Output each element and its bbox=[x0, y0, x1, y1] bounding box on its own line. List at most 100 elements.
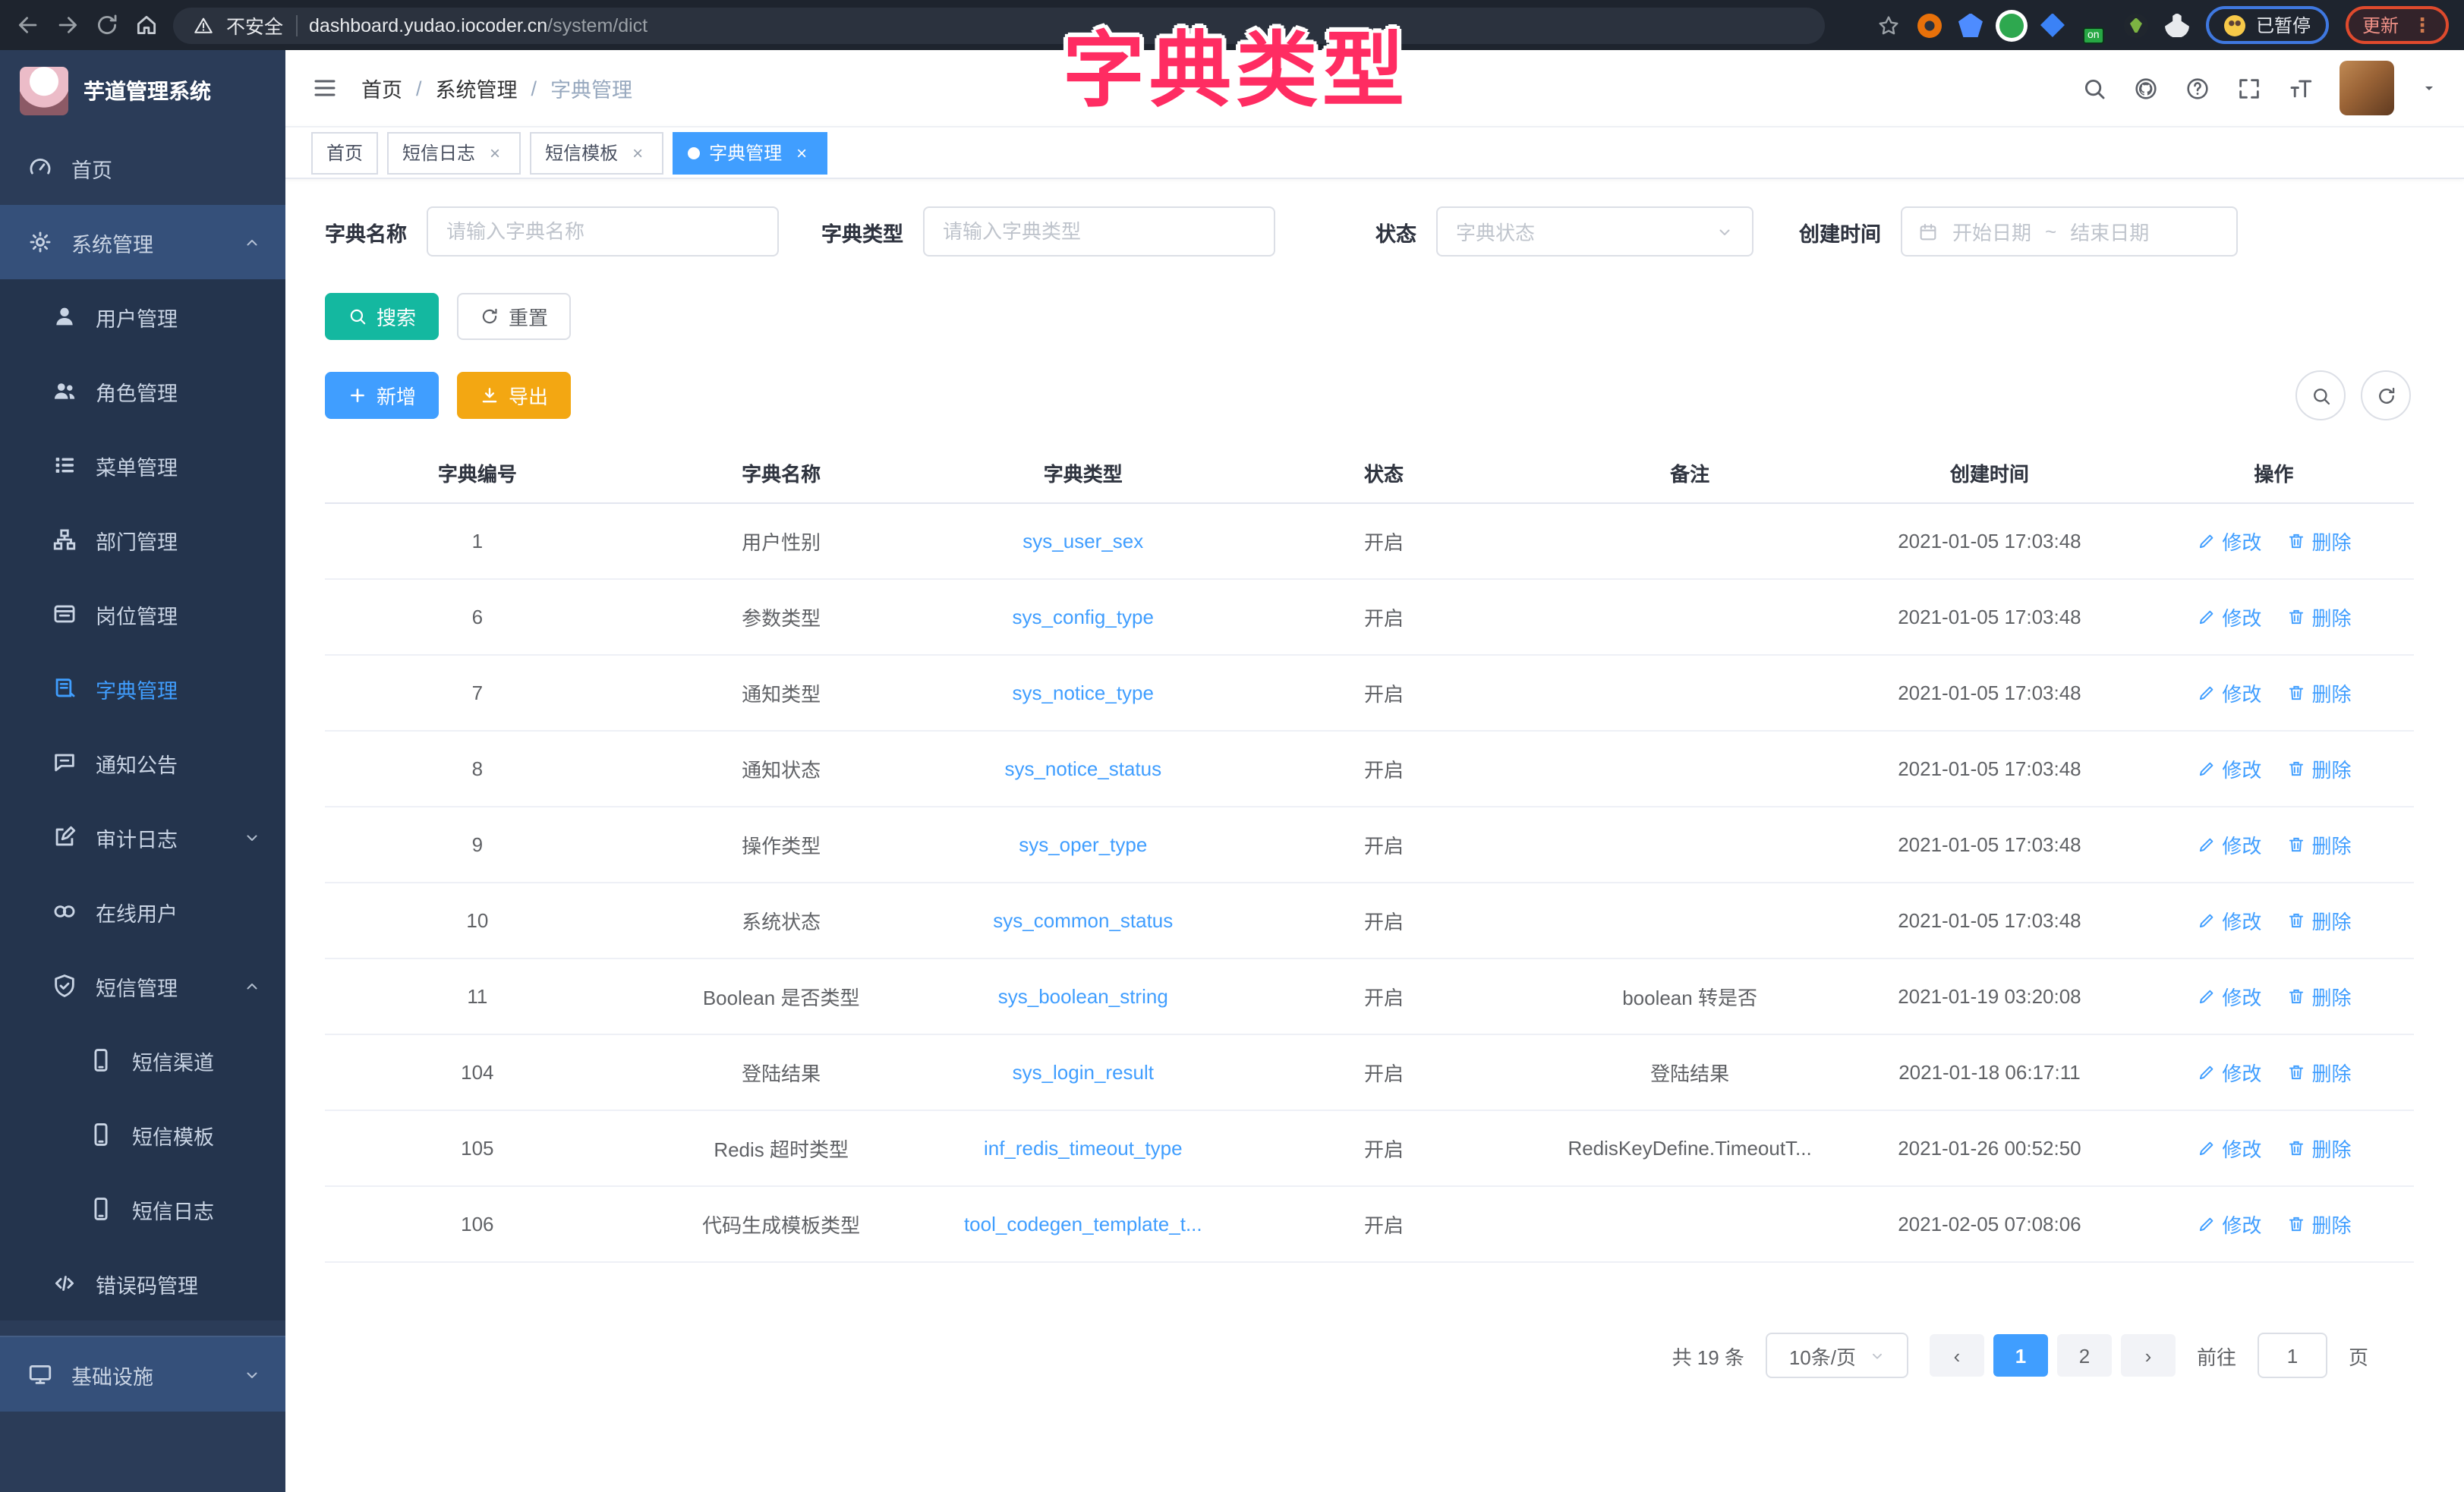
edit-link[interactable]: 修改 bbox=[2196, 678, 2261, 707]
edit-link[interactable]: 修改 bbox=[2196, 527, 2261, 556]
edit-link[interactable]: 修改 bbox=[2196, 603, 2261, 631]
edit-link[interactable]: 修改 bbox=[2196, 982, 2261, 1011]
sidebar-item-dict[interactable]: 字典管理 bbox=[0, 651, 285, 726]
delete-link[interactable]: 删除 bbox=[2286, 1058, 2351, 1087]
extension-donut-icon[interactable] bbox=[1917, 13, 1942, 37]
extension-diamond-icon[interactable] bbox=[2040, 13, 2065, 37]
breadcrumb-home[interactable]: 首页 bbox=[361, 73, 402, 103]
help-icon[interactable] bbox=[2185, 75, 2210, 101]
tab-0[interactable]: 首页 bbox=[311, 131, 378, 174]
sidebar-item-user[interactable]: 用户管理 bbox=[0, 279, 285, 354]
sidebar-item-infra[interactable]: 基础设施 bbox=[0, 1336, 285, 1412]
delete-link[interactable]: 删除 bbox=[2286, 1210, 2351, 1239]
sidebar-item-label: 字典管理 bbox=[96, 673, 261, 704]
sidebar-item-sms-channel[interactable]: 短信渠道 bbox=[0, 1023, 285, 1097]
page-button-2[interactable]: 2 bbox=[2057, 1334, 2112, 1377]
search-button[interactable]: 搜索 bbox=[325, 293, 439, 340]
status-select[interactable]: 字典状态 bbox=[1436, 206, 1753, 257]
prev-page-button[interactable]: ‹ bbox=[1930, 1334, 1984, 1377]
sidebar-item-menu[interactable]: 菜单管理 bbox=[0, 428, 285, 502]
tab-close-icon[interactable]: × bbox=[791, 142, 812, 163]
browser-back-icon[interactable] bbox=[15, 12, 41, 38]
sidebar-item-audit-log[interactable]: 审计日志 bbox=[0, 800, 285, 874]
dict-type-link[interactable]: tool_codegen_template_t... bbox=[964, 1213, 1202, 1235]
address-bar[interactable]: 不安全 dashboard.yudao.iocoder.cn/system/di… bbox=[173, 7, 1825, 43]
sidebar-item-sms-template[interactable]: 短信模板 bbox=[0, 1097, 285, 1172]
extension-person-icon[interactable] bbox=[2165, 13, 2189, 37]
dict-type-link[interactable]: sys_notice_status bbox=[1004, 757, 1161, 780]
hamburger-icon[interactable] bbox=[311, 74, 339, 102]
delete-link[interactable]: 删除 bbox=[2286, 1134, 2351, 1163]
cell-create-time: 2021-01-05 17:03:48 bbox=[1845, 503, 2134, 579]
sidebar-item-role[interactable]: 角色管理 bbox=[0, 354, 285, 428]
delete-link[interactable]: 删除 bbox=[2286, 754, 2351, 783]
avatar[interactable] bbox=[2340, 61, 2394, 115]
tab-close-icon[interactable]: × bbox=[627, 142, 648, 163]
table-search-button[interactable] bbox=[2295, 370, 2346, 420]
browser-home-icon[interactable] bbox=[134, 12, 159, 38]
dict-type-link[interactable]: sys_login_result bbox=[1013, 1061, 1154, 1084]
gear-icon bbox=[27, 229, 53, 255]
date-range-picker[interactable]: 开始日期 ~ 结束日期 bbox=[1901, 206, 2238, 257]
sidebar-item-notice[interactable]: 通知公告 bbox=[0, 726, 285, 800]
delete-link[interactable]: 删除 bbox=[2286, 830, 2351, 859]
browser-update-button[interactable]: 更新 ⋮ bbox=[2346, 6, 2449, 44]
browser-forward-icon[interactable] bbox=[55, 12, 80, 38]
page-button-1[interactable]: 1 bbox=[1993, 1334, 2048, 1377]
delete-link[interactable]: 删除 bbox=[2286, 603, 2351, 631]
github-icon[interactable] bbox=[2133, 75, 2159, 101]
dict-type-link[interactable]: inf_redis_timeout_type bbox=[984, 1137, 1183, 1160]
next-page-button[interactable]: › bbox=[2121, 1334, 2176, 1377]
browser-menu-icon[interactable]: ⋮ bbox=[2412, 15, 2432, 35]
add-button[interactable]: 新增 bbox=[325, 372, 439, 419]
dict-type-input[interactable] bbox=[923, 206, 1275, 257]
export-button[interactable]: 导出 bbox=[457, 372, 571, 419]
extension-green-circle-icon[interactable] bbox=[1999, 13, 2024, 37]
avatar-caret-down-icon[interactable] bbox=[2420, 79, 2438, 97]
logo[interactable]: 芋道管理系统 bbox=[0, 50, 285, 131]
sidebar-item-online-user[interactable]: 在线用户 bbox=[0, 874, 285, 949]
dict-type-link[interactable]: sys_oper_type bbox=[1019, 833, 1147, 856]
header-search-icon[interactable] bbox=[2081, 75, 2107, 101]
dict-type-link[interactable]: sys_notice_type bbox=[1013, 681, 1154, 704]
goto-page-input[interactable] bbox=[2258, 1333, 2327, 1378]
tab-1[interactable]: 短信日志× bbox=[387, 131, 521, 174]
delete-link[interactable]: 删除 bbox=[2286, 527, 2351, 556]
extension-gem-icon[interactable] bbox=[1958, 13, 1983, 37]
font-size-icon[interactable] bbox=[2288, 75, 2314, 101]
fullscreen-icon[interactable] bbox=[2236, 75, 2262, 101]
dict-type-link[interactable]: sys_user_sex bbox=[1022, 530, 1143, 552]
sidebar-item-sms[interactable]: 短信管理 bbox=[0, 949, 285, 1023]
sidebar-item-home[interactable]: 首页 bbox=[0, 131, 285, 205]
dict-type-link[interactable]: sys_config_type bbox=[1013, 606, 1154, 628]
sidebar-item-dept[interactable]: 部门管理 bbox=[0, 502, 285, 577]
table-refresh-button[interactable] bbox=[2361, 370, 2411, 420]
delete-link[interactable]: 删除 bbox=[2286, 982, 2351, 1011]
extension-list-icon[interactable]: on bbox=[2081, 12, 2107, 38]
sidebar-item-post[interactable]: 岗位管理 bbox=[0, 577, 285, 651]
delete-link[interactable]: 删除 bbox=[2286, 906, 2351, 935]
tab-3[interactable]: 字典管理× bbox=[673, 131, 827, 174]
dict-name-input[interactable] bbox=[427, 206, 779, 257]
dict-type-link[interactable]: sys_boolean_string bbox=[998, 985, 1168, 1008]
browser-reload-icon[interactable] bbox=[94, 12, 120, 38]
extension-sprout-icon[interactable] bbox=[2124, 13, 2148, 37]
sidebar-item-sms-log[interactable]: 短信日志 bbox=[0, 1172, 285, 1246]
page-size-select[interactable]: 10条/页 bbox=[1766, 1333, 1908, 1378]
delete-link[interactable]: 删除 bbox=[2286, 678, 2351, 707]
edit-link[interactable]: 修改 bbox=[2196, 1134, 2261, 1163]
paused-extension-button[interactable]: 已暂停 bbox=[2206, 6, 2329, 44]
reset-button[interactable]: 重置 bbox=[457, 293, 571, 340]
sidebar-item-error-code[interactable]: 错误码管理 bbox=[0, 1246, 285, 1320]
sidebar-item-system[interactable]: 系统管理 bbox=[0, 205, 285, 279]
bookmark-star-icon[interactable] bbox=[1876, 13, 1901, 37]
edit-link[interactable]: 修改 bbox=[2196, 830, 2261, 859]
breadcrumb-system[interactable]: 系统管理 bbox=[436, 73, 518, 103]
edit-link[interactable]: 修改 bbox=[2196, 906, 2261, 935]
dict-type-link[interactable]: sys_common_status bbox=[993, 909, 1173, 932]
edit-link[interactable]: 修改 bbox=[2196, 1210, 2261, 1239]
tab-2[interactable]: 短信模板× bbox=[530, 131, 663, 174]
tab-close-icon[interactable]: × bbox=[484, 142, 506, 163]
edit-link[interactable]: 修改 bbox=[2196, 1058, 2261, 1087]
edit-link[interactable]: 修改 bbox=[2196, 754, 2261, 783]
